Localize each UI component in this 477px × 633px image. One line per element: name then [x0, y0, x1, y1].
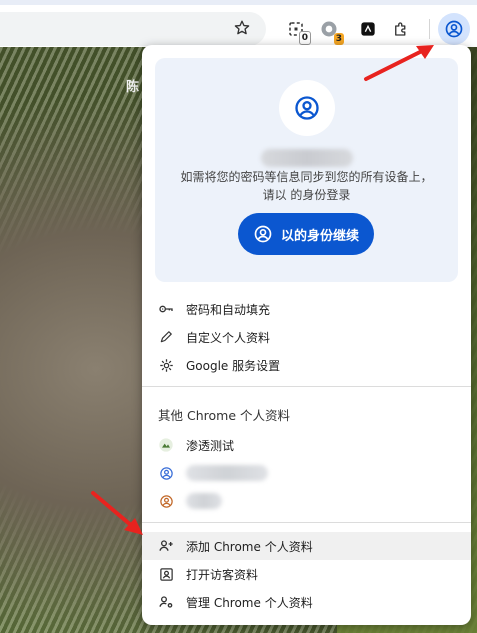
profile-orange-icon — [158, 493, 174, 509]
customize-profile-item[interactable]: 自定义个人资料 — [142, 323, 471, 351]
add-profile-item[interactable]: 添加 Chrome 个人资料 — [142, 532, 471, 560]
manage-profiles-icon — [158, 594, 174, 610]
profile-item[interactable]: 渗透测试 — [142, 431, 471, 459]
avatar — [279, 80, 335, 136]
gear-icon — [158, 357, 174, 373]
continue-as-button[interactable]: 以的身份继续 — [238, 213, 374, 255]
extension-scan-icon[interactable]: 0 — [283, 16, 311, 45]
add-person-icon — [158, 538, 174, 554]
open-guest-item[interactable]: 打开访客资料 — [142, 560, 471, 588]
item-label: 密码和自动填充 — [186, 302, 271, 317]
profile-avatar-green-icon — [158, 437, 174, 453]
profile-blue-icon — [158, 465, 174, 481]
profile-label: 渗透测试 — [186, 438, 235, 453]
sync-text-line2: 请以 的身份登录 — [262, 188, 351, 202]
extension-app-icon[interactable] — [355, 16, 381, 42]
extension-badge-count: 3 — [333, 33, 344, 45]
profile-item-redacted[interactable] — [142, 459, 471, 487]
account-icon — [254, 225, 272, 243]
profile-icon — [445, 20, 463, 38]
other-profiles-title: 其他 Chrome 个人资料 — [158, 408, 290, 423]
item-label: 打开访客资料 — [186, 567, 259, 582]
item-label: 添加 Chrome 个人资料 — [186, 539, 313, 554]
redacted-account-name — [261, 149, 353, 167]
item-label: 管理 Chrome 个人资料 — [186, 595, 313, 610]
item-label: Google 服务设置 — [186, 358, 281, 373]
pencil-icon — [158, 329, 174, 345]
guest-icon — [158, 566, 174, 582]
manage-profiles-item[interactable]: 管理 Chrome 个人资料 — [142, 588, 471, 616]
address-bar[interactable] — [0, 12, 266, 46]
extensions-puzzle-icon[interactable] — [388, 16, 414, 42]
sync-description: 如需将您的密码等信息同步到您的所有设备上， 请以 的身份登录 — [161, 168, 452, 204]
background-label: 陈 — [126, 80, 140, 95]
sync-text-line1: 如需将您的密码等信息同步到您的所有设备上， — [180, 170, 433, 184]
bookmark-star-icon[interactable] — [230, 16, 254, 40]
key-icon — [158, 301, 174, 317]
toolbar-divider — [429, 19, 430, 39]
redacted-profile-name — [186, 493, 222, 509]
extension-g-icon[interactable]: 3 — [316, 16, 344, 45]
extension-badge: 0 — [298, 31, 311, 45]
passwords-autofill-item[interactable]: 密码和自动填充 — [142, 295, 471, 323]
profile-menu: 如需将您的密码等信息同步到您的所有设备上， 请以 的身份登录 以的身份继续 密码… — [142, 45, 471, 625]
menu-divider — [142, 386, 471, 387]
google-services-item[interactable]: Google 服务设置 — [142, 351, 471, 379]
continue-label: 以的身份继续 — [280, 228, 359, 244]
profile-avatar-icon — [295, 96, 319, 120]
profile-item-redacted-2[interactable] — [142, 487, 471, 515]
menu-divider — [142, 522, 471, 523]
profile-button[interactable] — [438, 13, 470, 45]
redacted-profile-name — [186, 465, 268, 481]
annotation-arrow-top — [364, 45, 434, 81]
annotation-arrow-bottom — [91, 491, 143, 535]
item-label: 自定义个人资料 — [186, 330, 271, 345]
account-card: 如需将您的密码等信息同步到您的所有设备上， 请以 的身份登录 以的身份继续 — [155, 58, 458, 282]
